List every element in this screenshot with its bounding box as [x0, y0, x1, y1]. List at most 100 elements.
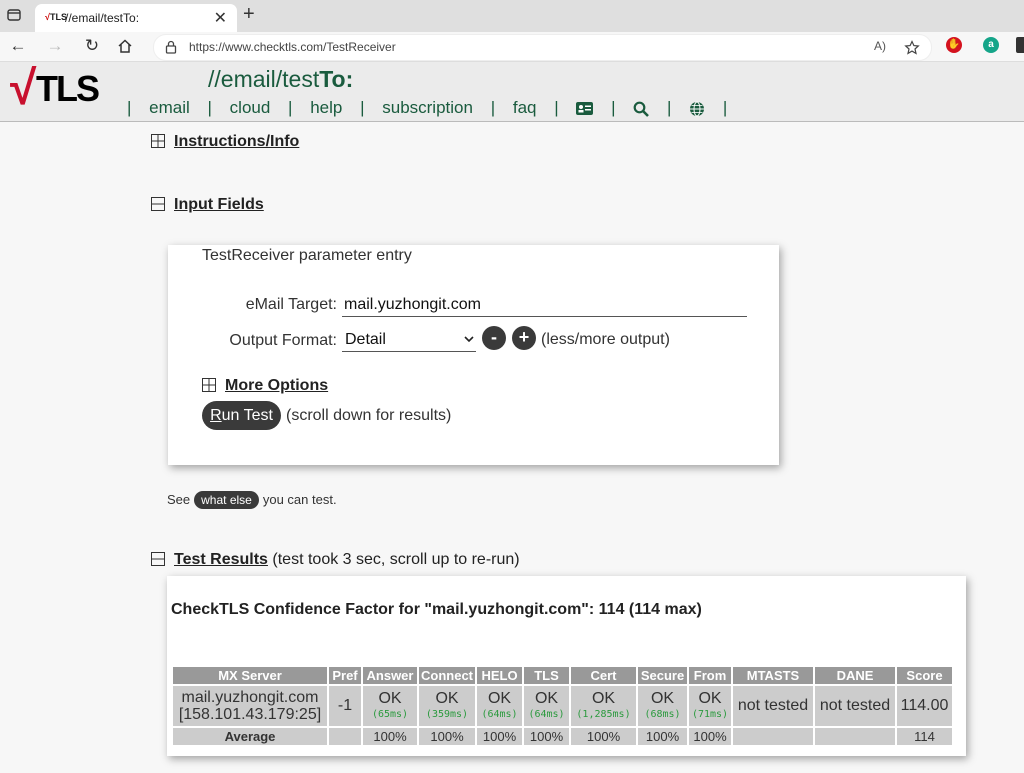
nav-link-subscription[interactable]: subscription — [382, 98, 473, 118]
globe-icon[interactable] — [689, 101, 705, 117]
secure-cell: OK (68ms) — [638, 686, 687, 726]
score-cell: 114.00 — [897, 686, 952, 726]
output-format-select[interactable]: Detail — [342, 330, 476, 352]
test-results-note: (test took 3 sec, scroll up to re-run) — [272, 551, 520, 568]
average-row: Average 100% 100% 100% 100% 100% 100% 10… — [173, 728, 952, 745]
address-bar[interactable]: https://www.checktls.com/TestReceiver A) — [153, 34, 932, 61]
nav-separator: | — [127, 98, 132, 117]
more-options-header[interactable]: More Options — [202, 377, 328, 395]
instructions-section-header[interactable]: Instructions/Info — [151, 133, 299, 151]
less-more-note: (less/more output) — [541, 331, 670, 348]
column-header: Pref — [329, 667, 361, 684]
column-header: Connect — [419, 667, 475, 684]
contact-card-icon[interactable] — [576, 102, 594, 116]
refresh-icon[interactable]: ↻ — [81, 35, 103, 57]
site-header: √ TLS //email/testTo: | email | cloud | … — [0, 62, 1024, 122]
extension-a-icon[interactable]: a — [983, 37, 999, 53]
column-header: HELO — [477, 667, 522, 684]
answer-cell: OK (65ms) — [363, 686, 417, 726]
helo-cell: OK (64ms) — [477, 686, 522, 726]
what-else-button[interactable]: what else — [194, 491, 259, 509]
browser-tabbar: √TLS //email/testTo: ✕ + — [0, 0, 1024, 32]
test-results-link[interactable]: Test Results — [174, 551, 268, 568]
instructions-link[interactable]: Instructions/Info — [174, 133, 299, 150]
input-fields-section-header[interactable]: Input Fields — [151, 196, 264, 214]
browser-tab[interactable]: √TLS //email/testTo: ✕ — [35, 4, 237, 32]
results-table: MX Server Pref Answer Connect HELO TLS C… — [171, 665, 954, 747]
email-target-label: eMail Target: — [245, 296, 337, 313]
column-header: MTASTS — [733, 667, 813, 684]
panel-title: TestReceiver parameter entry — [202, 247, 412, 264]
average-label: Average — [173, 728, 327, 745]
favorites-star-icon[interactable] — [904, 40, 920, 56]
back-arrow-icon[interactable]: ← — [7, 35, 29, 57]
expand-icon[interactable] — [202, 378, 216, 392]
average-from-cell: 100% — [689, 728, 731, 745]
run-test-note: (scroll down for results) — [286, 407, 452, 424]
nav-separator: | — [360, 98, 365, 117]
mtasts-cell: not tested — [733, 686, 813, 726]
column-header: From — [689, 667, 731, 684]
collapse-icon[interactable] — [151, 552, 165, 566]
nav-link-email[interactable]: email — [149, 98, 190, 118]
run-test-button[interactable]: Run Test — [202, 401, 281, 430]
average-secure-cell: 100% — [638, 728, 687, 745]
output-format-value: Detail — [345, 331, 386, 348]
adblock-extension-icon[interactable]: ✋ — [946, 37, 962, 53]
lock-icon[interactable] — [165, 40, 177, 54]
column-header: DANE — [815, 667, 895, 684]
tls-cell: OK (64ms) — [524, 686, 569, 726]
pref-cell: -1 — [329, 686, 361, 726]
forward-arrow-icon[interactable]: → — [44, 35, 66, 57]
home-icon[interactable] — [117, 38, 133, 54]
nav-separator: | — [611, 98, 616, 117]
column-header: Cert — [571, 667, 636, 684]
column-header: TLS — [524, 667, 569, 684]
nav-separator: | — [288, 98, 293, 117]
column-header: MX Server — [173, 667, 327, 684]
more-options-link[interactable]: More Options — [225, 377, 328, 394]
dane-cell: not tested — [815, 686, 895, 726]
tab-actions-icon[interactable] — [7, 8, 21, 22]
nav-separator: | — [722, 98, 728, 117]
nav-link-cloud[interactable]: cloud — [230, 98, 271, 118]
email-target-input[interactable] — [342, 295, 747, 317]
checkmark-icon: √ — [10, 62, 37, 115]
table-header-row: MX Server Pref Answer Connect HELO TLS C… — [173, 667, 952, 684]
checktls-logo[interactable]: √ TLS — [10, 62, 100, 117]
extension-menu-icon[interactable] — [1016, 37, 1024, 53]
results-panel: CheckTLS Confidence Factor for "mail.yuz… — [167, 576, 966, 756]
average-pref-cell — [329, 728, 361, 745]
new-tab-button[interactable]: + — [243, 3, 255, 26]
input-fields-link[interactable]: Input Fields — [174, 196, 264, 213]
browser-toolbar: ← → ↻ https://www.checktls.com/TestRecei… — [0, 32, 1024, 62]
nav-separator: | — [490, 98, 496, 117]
collapse-icon[interactable] — [151, 197, 165, 211]
logo-text: TLS — [36, 68, 100, 109]
checktls-favicon-icon: √TLS — [45, 12, 67, 22]
nav-link-help[interactable]: help — [310, 98, 342, 118]
column-header: Answer — [363, 667, 417, 684]
average-cert-cell: 100% — [571, 728, 636, 745]
confidence-factor-title: CheckTLS Confidence Factor for "mail.yuz… — [171, 601, 702, 618]
less-output-button[interactable]: - — [482, 326, 506, 350]
input-panel: TestReceiver parameter entry eMail Targe… — [168, 245, 779, 465]
expand-icon[interactable] — [151, 134, 165, 148]
average-score-cell: 114 — [897, 728, 952, 745]
average-helo-cell: 100% — [477, 728, 522, 745]
cert-cell: OK (1,285ms) — [571, 686, 636, 726]
average-dane-cell — [815, 728, 895, 745]
nav-link-faq[interactable]: faq — [513, 98, 537, 118]
test-results-section-header[interactable]: Test Results (test took 3 sec, scroll up… — [151, 551, 520, 569]
search-icon[interactable] — [633, 101, 650, 117]
site-nav: | email | cloud | help | subscription | … — [114, 98, 740, 118]
nav-separator: | — [207, 98, 212, 117]
nav-separator: | — [554, 98, 559, 117]
more-output-button[interactable]: + — [512, 326, 536, 350]
close-tab-icon[interactable]: ✕ — [214, 8, 227, 28]
average-connect-cell: 100% — [419, 728, 475, 745]
tab-title: //email/testTo: — [65, 11, 140, 25]
read-aloud-icon[interactable]: A) — [874, 39, 886, 53]
url-text[interactable]: https://www.checktls.com/TestReceiver — [189, 40, 396, 54]
output-format-label: Output Format: — [229, 332, 337, 349]
